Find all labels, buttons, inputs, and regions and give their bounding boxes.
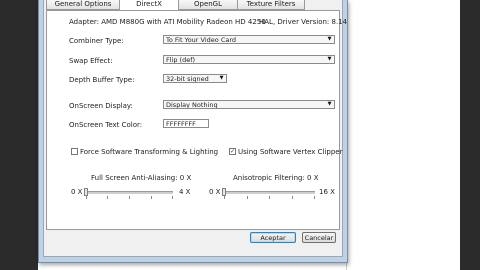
aniso-tick [269,196,270,199]
aniso-max-label: 16 X [319,188,335,196]
background-window [346,0,461,270]
aniso-slider-track[interactable] [223,191,315,195]
aniso-label: Anisotropic Filtering: 0 X [233,174,319,182]
fsaa-min-label: 0 X [71,188,83,196]
tab-texture-filters[interactable]: Texture Filters [238,0,305,10]
software-vertex-label: Using Software Vertex Clipper [238,148,343,156]
aniso-min-label: 0 X [209,188,221,196]
depth-buffer-label: Depth Buffer Type: [69,76,135,84]
onscreen-text-color-label: OnScreen Text Color: [69,121,143,129]
aniso-tick [247,196,248,199]
onscreen-display-select[interactable]: Display Nothing ▼ [163,100,335,109]
depth-buffer-value: 32-bit signed [166,75,209,83]
swap-effect-value: Flip (def) [166,56,196,64]
aniso-tick [224,196,225,199]
aniso-slider-thumb[interactable] [222,188,226,196]
onscreen-display-label: OnScreen Display: [69,102,133,110]
fsaa-tick [151,196,152,199]
check-mark-icon: ✓ [230,148,236,155]
fsaa-slider-track[interactable] [85,191,173,195]
depth-buffer-select[interactable]: 32-bit signed ▼ [163,74,227,83]
screen: General Options DirectX OpenGL Texture F… [0,0,480,270]
fsaa-slider-thumb[interactable] [84,188,88,196]
directx-tab-page: Adapter: AMD M880G with ATI Mobility Rad… [46,10,347,230]
software-vertex-checkbox[interactable]: ✓ [229,148,236,155]
fsaa-tick [86,196,87,199]
fsaa-tick [172,196,173,199]
ok-button[interactable]: Aceptar [250,232,296,243]
tab-general-options[interactable]: General Options [46,0,120,10]
tab-opengl[interactable]: OpenGL [179,0,238,10]
dialog-client-area: General Options DirectX OpenGL Texture F… [43,0,347,257]
combiner-type-label: Combiner Type: [69,37,124,45]
right-dark-bar [460,0,480,270]
fsaa-max-label: 4 X [179,188,191,196]
cancel-button[interactable]: Cancelar [302,232,336,243]
fsaa-label: Full Screen Anti-Aliasing: 0 X [91,174,192,182]
left-dark-bar [0,0,38,270]
settings-dialog: General Options DirectX OpenGL Texture F… [38,0,348,263]
chevron-down-icon: ▼ [219,75,224,81]
combiner-type-select[interactable]: To Fit Your Video Card ▼ [163,35,335,44]
aniso-tick [292,196,293,199]
aniso-tick [314,196,315,199]
chevron-down-icon: ▼ [327,36,332,42]
tab-strip: General Options DirectX OpenGL Texture F… [46,0,340,11]
fsaa-tick [107,196,108,199]
force-software-label: Force Software Transforming & Lighting [80,148,219,156]
chevron-down-icon: ▼ [327,56,332,62]
onscreen-text-color-input[interactable]: FFFFFFFF [163,119,209,128]
onscreen-display-value: Display Nothing [166,101,218,109]
force-software-checkbox[interactable] [71,148,78,155]
combiner-type-value: To Fit Your Video Card [166,36,237,44]
swap-effect-label: Swap Effect: [69,57,113,65]
chevron-down-icon: ▼ [327,101,332,107]
fsaa-tick [129,196,130,199]
swap-effect-select[interactable]: Flip (def) ▼ [163,55,335,64]
adapter-label: Adapter: AMD M880G with ATI Mobility Rad… [69,18,266,26]
driver-version-label: HAL, Driver Version: 8.14 [259,18,348,26]
